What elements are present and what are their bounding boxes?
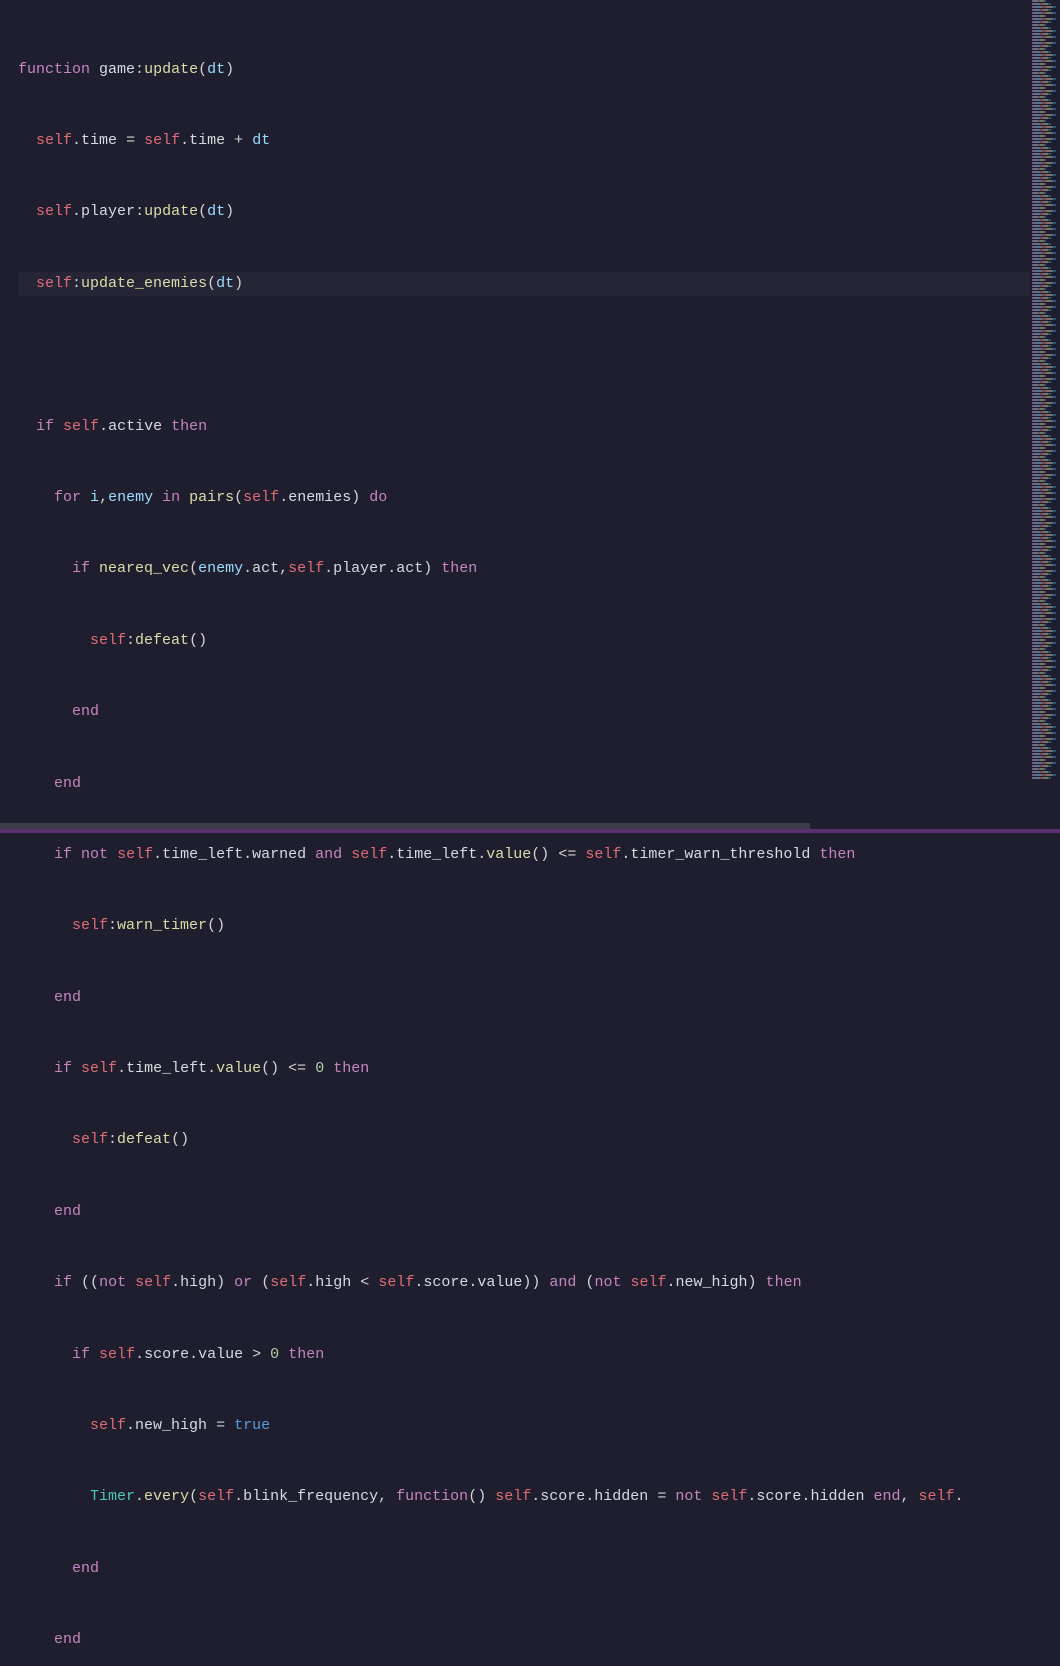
code-line-current[interactable]: self:update_enemies(dt) [18,272,1060,296]
code-line[interactable]: end [18,1557,1060,1581]
minimap[interactable] [1030,0,1060,833]
code-line[interactable]: self:defeat() [18,629,1060,653]
code-line[interactable]: end [18,700,1060,724]
keyword-self: self [36,132,72,149]
code-line[interactable]: end [18,772,1060,796]
status-bar[interactable] [0,829,1060,833]
ident-update: update [144,61,198,78]
code-line-blank[interactable] [18,343,1060,367]
code-line[interactable]: self:defeat() [18,1128,1060,1152]
code-editor[interactable]: function game:update(dt) self.time = sel… [0,0,1060,833]
code-line[interactable]: self:warn_timer() [18,914,1060,938]
prop-time: time [81,132,117,149]
code-line[interactable]: self.new_high = true [18,1414,1060,1438]
code-line[interactable]: Timer.every(self.blink_frequency, functi… [18,1485,1060,1509]
keyword-function: function [18,61,90,78]
code-line[interactable]: end [18,986,1060,1010]
code-line[interactable]: for i,enemy in pairs(self.enemies) do [18,486,1060,510]
code-line[interactable]: function game:update(dt) [18,58,1060,82]
code-line[interactable]: if neareq_vec(enemy.act,self.player.act)… [18,557,1060,581]
code-line[interactable]: if ((not self.high) or (self.high < self… [18,1271,1060,1295]
code-line[interactable]: self.player:update(dt) [18,200,1060,224]
param-dt: dt [207,61,225,78]
code-line[interactable]: if self.time_left.value() <= 0 then [18,1057,1060,1081]
minimap-content [1030,0,1060,779]
code-line[interactable]: self.time = self.time + dt [18,129,1060,153]
code-line[interactable]: if self.score.value > 0 then [18,1343,1060,1367]
code-line[interactable]: end [18,1200,1060,1224]
code-line[interactable]: end [18,1628,1060,1652]
code-line[interactable]: if self.active then [18,415,1060,439]
ident-game: game [99,61,135,78]
code-line[interactable]: if not self.time_left.warned and self.ti… [18,843,1060,867]
